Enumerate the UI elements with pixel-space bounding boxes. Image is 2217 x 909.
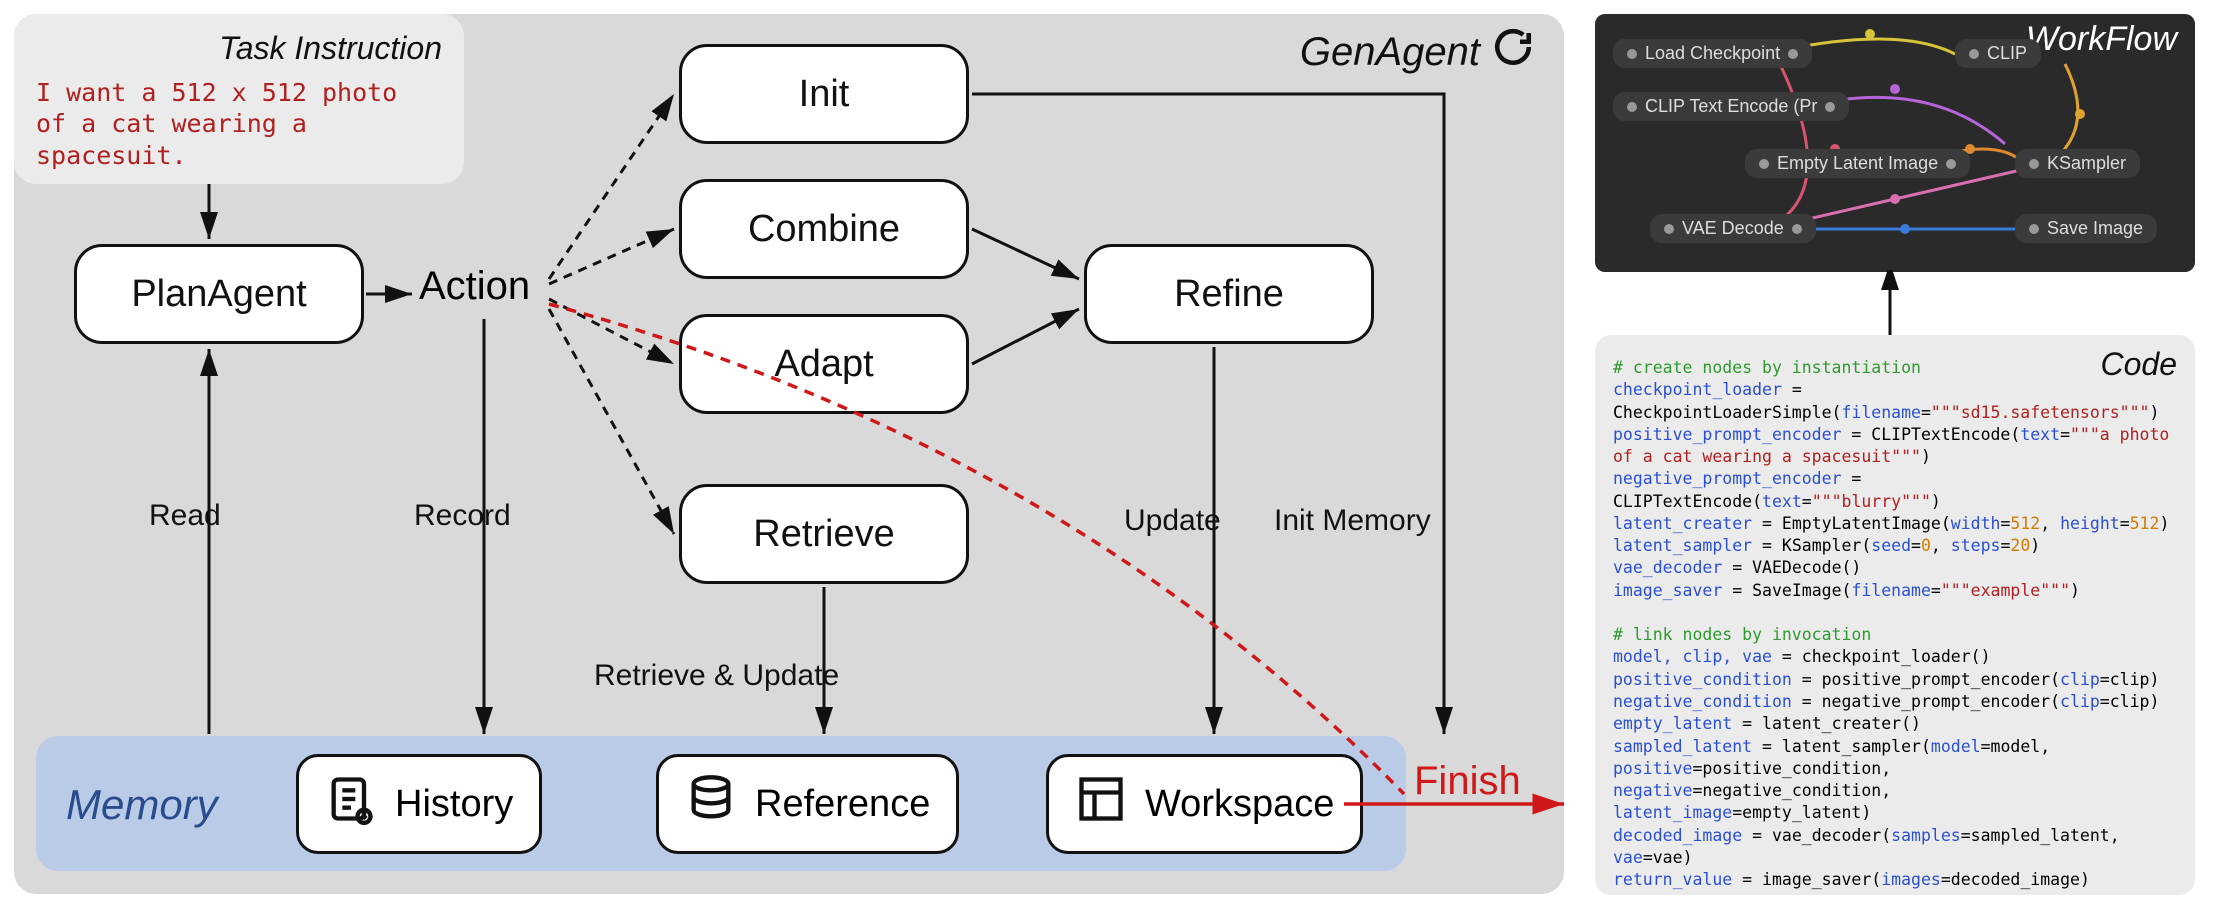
layout-icon [1075,773,1127,835]
combine-node: Combine [679,179,969,279]
wf-load-checkpoint: Load Checkpoint [1613,39,1812,68]
wf-save-image: Save Image [2015,214,2157,243]
task-instruction-box: Task Instruction I want a 512 x 512 phot… [14,14,464,184]
retrieve-label: Retrieve [753,513,895,556]
task-title: Task Instruction [36,30,442,67]
code-block: # create nodes by instantiation checkpoi… [1613,357,2177,891]
code-to-workflow-arrow [1870,270,1910,340]
finish-label: Finish [1414,759,1521,804]
planagent-label: PlanAgent [131,273,306,316]
planagent-node: PlanAgent [74,244,364,344]
code-panel: Code # create nodes by instantiation che… [1595,335,2195,895]
record-label: Record [414,499,511,533]
code-title: Code [2101,343,2178,386]
genagent-label: GenAgent [1300,30,1480,75]
task-text: I want a 512 x 512 photo of a cat wearin… [36,77,442,171]
reference-node: Reference [656,754,959,854]
retrieve-update-label: Retrieve & Update [594,659,839,693]
init-label: Init [799,73,850,116]
adapt-node: Adapt [679,314,969,414]
init-node: Init [679,44,969,144]
database-icon [685,773,737,835]
wf-vae-decode: VAE Decode [1650,214,1816,243]
retrieve-node: Retrieve [679,484,969,584]
wf-ksampler: KSampler [2015,149,2140,178]
wf-clip-a: CLIP [1955,39,2041,68]
workspace-to-code-arrow [1560,780,1600,800]
history-node: History [296,754,542,854]
document-icon [325,773,377,835]
genagent-panel: Task Instruction I want a 512 x 512 phot… [14,14,1564,894]
memory-title: Memory [66,781,218,829]
combine-label: Combine [748,208,900,251]
refresh-icon [1492,26,1534,78]
workflow-panel: WorkFlow Load Checkpoint CLIP CLIP Text … [1595,14,2195,272]
update-label: Update [1124,504,1221,538]
adapt-label: Adapt [774,343,873,386]
wf-clip-b: CLIP Text Encode (Pr [1613,92,1849,121]
workspace-label: Workspace [1145,783,1334,826]
memory-strip: Memory History Reference [36,736,1406,871]
init-memory-label: Init Memory [1274,504,1431,538]
read-label: Read [149,499,221,533]
action-node: Action [419,264,530,309]
history-label: History [395,783,513,826]
refine-node: Refine [1084,244,1374,344]
action-label: Action [419,264,530,308]
wf-empty-latent: Empty Latent Image [1745,149,1970,178]
workspace-node: Workspace [1046,754,1363,854]
refine-label: Refine [1174,273,1284,316]
reference-label: Reference [755,783,930,826]
genagent-title: GenAgent [1300,26,1534,78]
